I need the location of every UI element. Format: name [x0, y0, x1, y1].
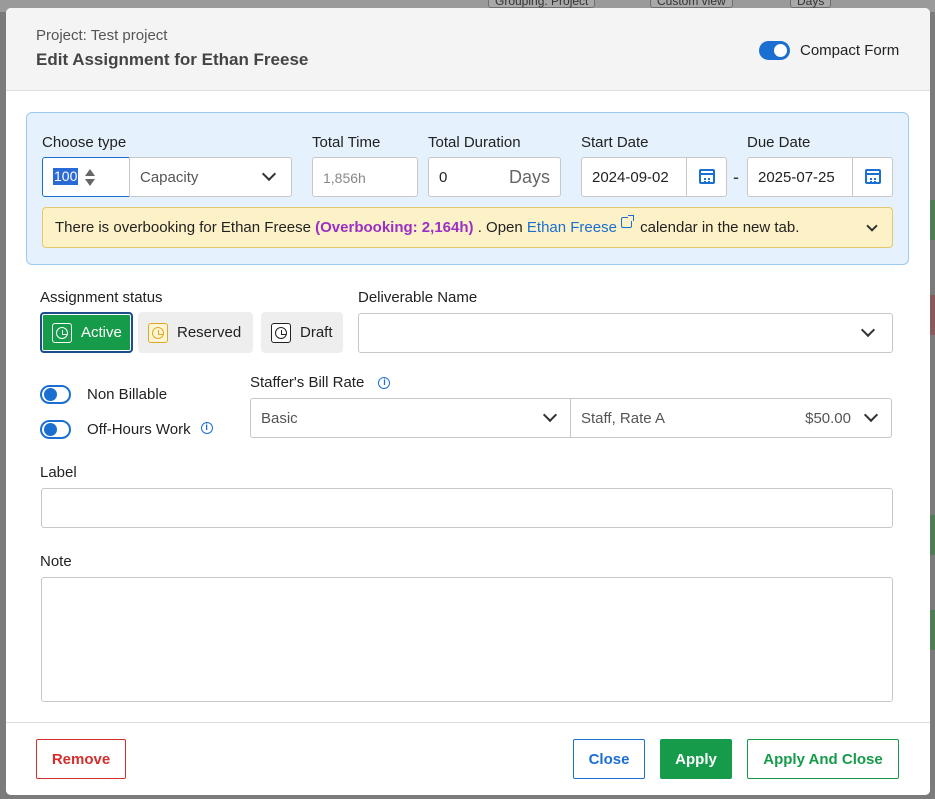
deliverable-select[interactable] — [358, 313, 893, 353]
clock-icon — [52, 322, 72, 343]
dialog-header: Project: Test project Edit Assignment fo… — [6, 8, 930, 91]
assignment-status-label: Assignment status — [40, 289, 163, 306]
choose-type-label: Choose type — [42, 134, 127, 151]
date-separator: - — [733, 167, 739, 187]
type-select-value: Capacity — [140, 169, 199, 186]
due-date-value: 2025-07-25 — [758, 169, 835, 186]
chevron-down-icon — [860, 322, 876, 338]
start-date-picker-button[interactable] — [686, 158, 726, 196]
apply-button[interactable]: Apply — [660, 739, 732, 779]
clock-icon — [271, 322, 291, 343]
off-hours-toggle[interactable]: Off-Hours Work i — [40, 420, 213, 439]
start-date-value: 2024-09-02 — [592, 169, 669, 186]
rate-select[interactable]: Staff, Rate A $50.00 — [570, 398, 892, 438]
calendar-icon — [865, 169, 881, 184]
rate-amount: $50.00 — [805, 410, 851, 427]
status-draft-button[interactable]: Draft — [261, 312, 343, 353]
due-date-input[interactable]: 2025-07-25 — [747, 157, 893, 197]
external-link-icon[interactable] — [620, 215, 634, 228]
total-duration-label: Total Duration — [428, 134, 521, 151]
bill-rate-label: Staffer's Bill Rate — [250, 374, 365, 391]
total-time-label: Total Time — [312, 134, 381, 151]
percent-value[interactable]: 100 — [53, 168, 79, 185]
status-draft-label: Draft — [300, 324, 333, 341]
calendar-icon — [699, 169, 715, 184]
chevron-down-icon — [863, 407, 879, 423]
project-name: Project: Test project — [36, 27, 168, 44]
clock-icon — [148, 322, 168, 343]
total-time-input[interactable]: 1,856h — [312, 157, 418, 197]
alert-prefix: There is overbooking for Ethan Freese — [55, 219, 311, 236]
start-date-input[interactable]: 2024-09-02 — [581, 157, 727, 197]
total-duration-input[interactable]: 0 Days — [428, 157, 561, 197]
total-duration-unit: Days — [508, 167, 550, 187]
status-reserved-button[interactable]: Reserved — [138, 312, 253, 353]
info-icon[interactable]: i — [378, 377, 391, 389]
chevron-down-icon — [542, 407, 558, 423]
label-field-label: Label — [40, 464, 77, 481]
spin-up-icon[interactable] — [85, 169, 95, 176]
compact-form-switch[interactable] — [759, 41, 790, 60]
background-grouping-select: Grouping: Project — [488, 0, 596, 8]
non-billable-label: Non Billable — [87, 386, 168, 403]
close-button[interactable]: Close — [573, 739, 645, 779]
status-active-label: Active — [81, 324, 122, 341]
spin-down-icon[interactable] — [85, 179, 95, 186]
compact-form-toggle[interactable]: Compact Form — [759, 41, 899, 60]
status-reserved-label: Reserved — [177, 324, 242, 341]
non-billable-switch[interactable] — [40, 385, 71, 404]
status-active-button[interactable]: Active — [40, 312, 133, 353]
deliverable-name-label: Deliverable Name — [358, 289, 478, 306]
non-billable-toggle[interactable]: Non Billable — [40, 385, 167, 404]
total-time-placeholder: 1,856h — [323, 170, 366, 186]
due-date-label: Due Date — [747, 134, 811, 151]
compact-form-label: Compact Form — [800, 42, 900, 59]
dialog-title: Edit Assignment for Ethan Freese — [36, 50, 309, 69]
bill-rate-label-row: Staffer's Bill Rate i — [250, 374, 391, 391]
off-hours-switch[interactable] — [40, 420, 71, 439]
alert-suffix: calendar in the new tab. — [640, 219, 800, 236]
remove-button[interactable]: Remove — [36, 739, 126, 779]
rate-type-value: Basic — [261, 410, 298, 427]
total-duration-value: 0 — [439, 169, 448, 186]
dialog-footer: Remove Close Apply Apply And Close — [6, 722, 930, 795]
rate-type-select[interactable]: Basic — [250, 398, 571, 438]
apply-and-close-button[interactable]: Apply And Close — [747, 739, 899, 779]
assignment-type-panel: Choose type Total Time Total Duration St… — [26, 112, 909, 265]
off-hours-label: Off-Hours Work — [87, 421, 191, 438]
rate-name: Staff, Rate A — [581, 410, 665, 427]
chevron-down-icon — [261, 166, 277, 182]
alert-expand-chevron-icon[interactable] — [866, 220, 878, 232]
percent-input[interactable]: 100 — [42, 157, 130, 197]
info-icon[interactable]: i — [200, 421, 213, 434]
overbooking-alert[interactable]: There is overbooking for Ethan Freese (O… — [42, 207, 893, 248]
due-date-picker-button[interactable] — [852, 158, 892, 196]
note-field-label: Note — [40, 553, 72, 570]
label-input[interactable] — [41, 488, 893, 528]
overbooking-amount: (Overbooking: 2,164h) — [315, 219, 474, 236]
start-date-label: Start Date — [581, 134, 649, 151]
staffer-calendar-link[interactable]: Ethan Freese — [527, 219, 617, 236]
percent-spinner-icon[interactable] — [85, 169, 95, 187]
alert-open-text: . Open — [477, 219, 523, 236]
background-view-select: Custom view — [650, 0, 733, 8]
note-textarea[interactable] — [41, 577, 893, 702]
background-scale-select: Days — [790, 0, 832, 8]
edit-assignment-dialog: Project: Test project Edit Assignment fo… — [6, 8, 930, 795]
type-select[interactable]: Capacity — [129, 157, 292, 197]
